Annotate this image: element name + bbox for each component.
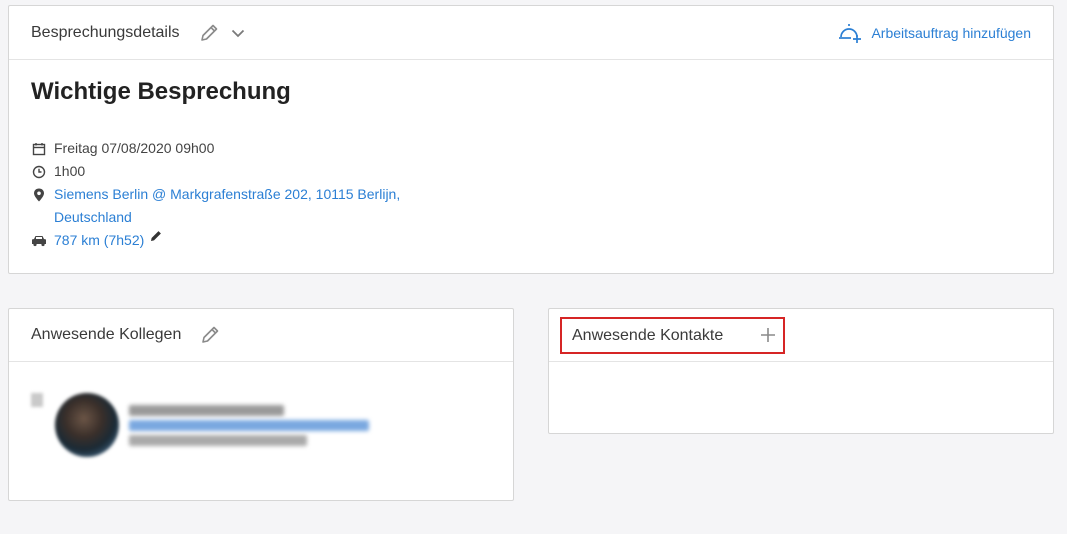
chevron-down-icon[interactable] bbox=[230, 25, 246, 41]
colleague-info bbox=[129, 404, 369, 446]
meeting-location-link[interactable]: Siemens Berlin @ Markgrafenstraße 202, 1… bbox=[54, 183, 400, 229]
pencil-icon[interactable] bbox=[199, 324, 221, 346]
add-work-order-button[interactable]: Arbeitsauftrag hinzufügen bbox=[837, 6, 1031, 59]
meeting-duration: 1h00 bbox=[54, 163, 86, 179]
highlight-box: Anwesende Kontakte bbox=[560, 317, 785, 354]
location-pin-icon bbox=[31, 183, 47, 206]
meeting-date-row: Freitag 07/08/2020 09h00 bbox=[31, 137, 400, 160]
meeting-location-row: Siemens Berlin @ Markgrafenstraße 202, 1… bbox=[31, 183, 400, 229]
attending-colleagues-header: Anwesende Kollegen bbox=[9, 309, 513, 362]
colleague-checkbox[interactable] bbox=[31, 393, 43, 407]
attending-colleagues-card: Anwesende Kollegen bbox=[8, 308, 514, 501]
colleague-list-item bbox=[31, 393, 369, 457]
meeting-date: Freitag 07/08/2020 09h00 bbox=[54, 140, 215, 156]
colleague-email-redacted[interactable] bbox=[129, 419, 369, 431]
meeting-title: Wichtige Besprechung bbox=[31, 78, 291, 105]
clock-icon bbox=[31, 160, 47, 183]
colleague-phone-redacted bbox=[129, 434, 307, 446]
meeting-details-header: Besprechungsdetails Arbeitsauftrag hinzu… bbox=[9, 6, 1053, 60]
avatar bbox=[55, 393, 119, 457]
location-line-2: Deutschland bbox=[54, 209, 132, 225]
attending-contacts-title: Anwesende Kontakte bbox=[572, 326, 724, 344]
plus-icon[interactable] bbox=[759, 326, 777, 344]
meeting-distance-row: 787 km (7h52) bbox=[31, 229, 400, 252]
attending-colleagues-title: Anwesende Kollegen bbox=[31, 326, 182, 343]
edit-distance-pencil-icon[interactable] bbox=[149, 229, 163, 243]
pencil-icon[interactable] bbox=[198, 22, 220, 44]
attending-contacts-card: Anwesende Kontakte bbox=[548, 308, 1054, 434]
meeting-details-title: Besprechungsdetails bbox=[31, 23, 180, 41]
calendar-icon bbox=[31, 137, 47, 160]
meeting-distance-link[interactable]: 787 km (7h52) bbox=[54, 229, 144, 252]
location-line-1: Siemens Berlin @ Markgrafenstraße 202, 1… bbox=[54, 186, 401, 202]
colleague-name-redacted bbox=[129, 404, 284, 416]
meeting-duration-row: 1h00 bbox=[31, 160, 400, 183]
meeting-info-list: Freitag 07/08/2020 09h00 1h00 Siemens Be… bbox=[31, 137, 400, 252]
car-icon bbox=[31, 229, 47, 252]
add-work-order-icon bbox=[837, 22, 863, 44]
attending-contacts-header: Anwesende Kontakte bbox=[549, 309, 1053, 362]
meeting-details-card: Besprechungsdetails Arbeitsauftrag hinzu… bbox=[8, 5, 1054, 274]
add-work-order-label: Arbeitsauftrag hinzufügen bbox=[871, 24, 1031, 41]
